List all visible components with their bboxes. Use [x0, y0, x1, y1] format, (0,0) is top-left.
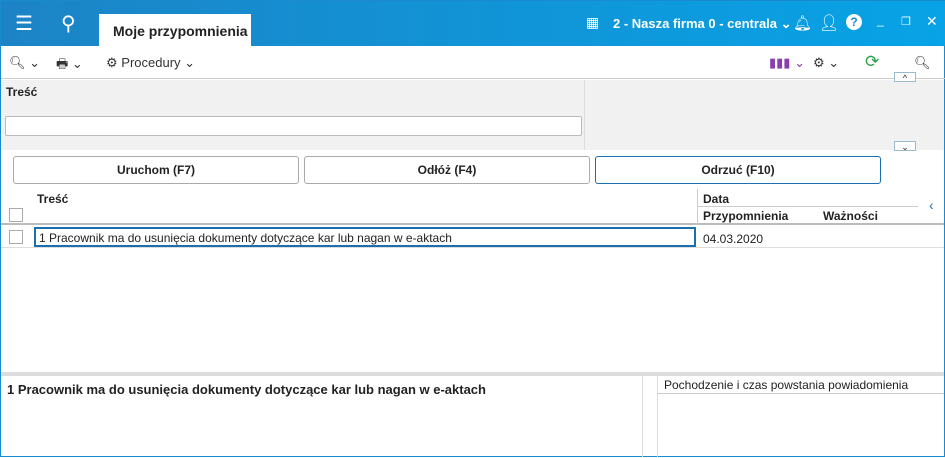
preview-button[interactable]: 🔍︎ ⌄ — [9, 55, 40, 71]
preview-icon: 🔍︎ — [9, 55, 26, 70]
refresh-icon[interactable]: ⟳ — [865, 52, 879, 72]
row-checkbox[interactable] — [9, 230, 23, 244]
company-selector[interactable]: 2 - Nasza firma 0 - centrala ⌄ — [613, 16, 792, 32]
company-name: 2 - Nasza firma 0 - centrala — [613, 16, 778, 31]
filter-label: Treść — [6, 85, 38, 99]
settings-icon: ⚙ — [813, 55, 825, 70]
filter-search-icon[interactable]: 🔍︎ — [914, 55, 931, 71]
table-header — [1, 189, 944, 225]
filter-panel — [1, 80, 944, 150]
restore-icon[interactable]: ❐ — [901, 15, 911, 28]
column-header-reminder[interactable]: Przypomnienia — [703, 209, 788, 223]
row-reminder-date: 04.03.2020 — [703, 232, 764, 246]
origin-label: Pochodzenie i czas powstania powiadomien… — [664, 378, 909, 392]
help-icon[interactable]: ? — [846, 14, 862, 30]
apps-icon[interactable]: ▦ — [586, 14, 599, 31]
gear-doc-icon: ⚙ — [106, 55, 118, 70]
bell-icon[interactable]: 🔔︎ — [793, 14, 812, 32]
select-all-checkbox[interactable] — [9, 208, 23, 222]
user-icon[interactable]: 👤︎ — [819, 13, 839, 33]
row-content[interactable]: 1 Pracownik ma do usunięcia dokumenty do… — [34, 227, 696, 247]
procedures-button[interactable]: ⚙ Procedury ⌄ — [106, 55, 195, 71]
column-header-content[interactable]: Treść — [37, 192, 68, 206]
printer-icon: 🖶 — [56, 56, 69, 71]
run-button[interactable]: Uruchom (F7) — [13, 156, 299, 184]
close-icon[interactable]: ✕ — [926, 13, 938, 30]
chart-button[interactable]: ▮▮▮ ⌄ — [769, 55, 805, 71]
procedures-label: Procedury — [121, 55, 181, 70]
menu-icon[interactable]: ☰ — [15, 11, 33, 36]
expand-down-icon[interactable]: ⌄ — [894, 141, 916, 152]
minimize-icon[interactable]: _ — [877, 13, 884, 27]
reject-button[interactable]: Odrzuć (F10) — [595, 156, 881, 184]
config-button[interactable]: ⚙ ⌄ — [813, 55, 839, 71]
detail-title: 1 Pracownik ma do usunięcia dokumenty do… — [7, 382, 486, 397]
column-header-date: Data — [703, 192, 730, 206]
postpone-button[interactable]: Odłóż (F4) — [304, 156, 590, 184]
tab-moje-przypomnienia[interactable]: Moje przypomnienia — [99, 14, 251, 46]
search-icon[interactable]: ⚲ — [61, 11, 76, 36]
bar-chart-icon: ▮▮▮ — [769, 55, 791, 70]
collapse-up-icon[interactable]: ^ — [894, 72, 916, 83]
content-filter-input[interactable] — [5, 116, 582, 136]
chevron-left-icon[interactable]: ‹ — [929, 197, 934, 213]
print-button[interactable]: 🖶 ⌄ — [56, 55, 83, 77]
column-header-validity[interactable]: Ważności — [823, 209, 878, 223]
